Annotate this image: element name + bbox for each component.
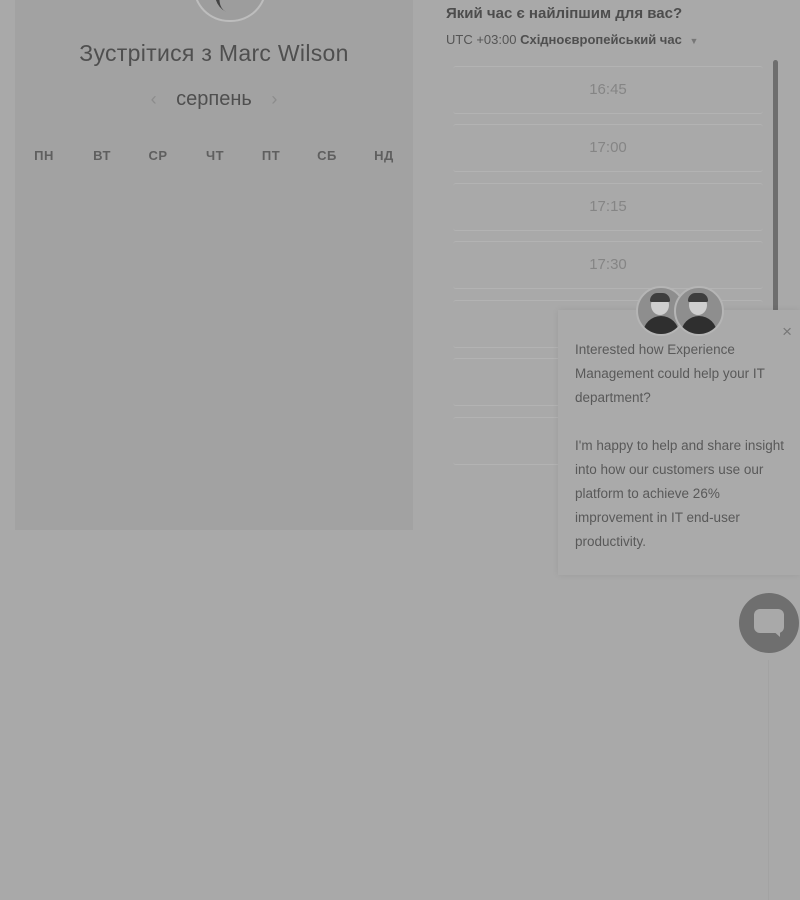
time-slot[interactable]: 17:30 xyxy=(453,241,763,289)
chat-bubble-tail xyxy=(771,629,780,637)
time-slot[interactable]: 17:15 xyxy=(453,183,763,231)
weekday-mon: ПН xyxy=(34,148,54,163)
time-slot[interactable]: 17:00 xyxy=(453,124,763,172)
divider xyxy=(768,660,769,900)
month-navigation: ‹ серпень › xyxy=(15,88,413,111)
timezone-name: Східноєвропейський час xyxy=(520,32,682,47)
weekday-thu: ЧТ xyxy=(205,148,225,163)
popup-paragraph: I'm happy to help and share insight into… xyxy=(575,438,784,549)
month-label: серпень xyxy=(176,88,252,110)
host-avatar xyxy=(193,0,267,22)
popup-message: Interested how Experience Management cou… xyxy=(575,338,790,578)
chat-launcher-button[interactable] xyxy=(739,593,799,653)
weekday-fri: ПТ xyxy=(261,148,281,163)
timezone-dropdown[interactable]: UTC +03:00 Східноєвропейський час ▼ xyxy=(446,32,698,47)
weekday-tue: ВТ xyxy=(93,148,111,163)
slots-scrollbar[interactable] xyxy=(773,60,778,312)
meeting-title: Зустрітися з Marc Wilson xyxy=(79,40,349,66)
time-question: Який час є найліпшим для вас? xyxy=(446,5,683,22)
popup-paragraph: Interested how Experience Management cou… xyxy=(575,342,765,405)
timezone-offset: UTC +03:00 xyxy=(446,32,517,47)
weekday-wed: СР xyxy=(148,148,168,163)
weekday-sun: НД xyxy=(374,148,394,163)
agent-avatars xyxy=(636,286,726,336)
prev-month-icon[interactable]: ‹ xyxy=(151,89,157,110)
calendar-card: Зустрітися з Marc Wilson ‹ серпень › ПН … xyxy=(15,0,413,530)
next-month-icon[interactable]: › xyxy=(271,89,277,110)
agent-avatar xyxy=(674,286,724,336)
chat-popup: × Interested how Experience Management c… xyxy=(558,286,800,578)
time-slot[interactable]: 16:45 xyxy=(453,66,763,114)
weekday-sat: СБ xyxy=(317,148,337,163)
caret-down-icon: ▼ xyxy=(689,36,699,46)
